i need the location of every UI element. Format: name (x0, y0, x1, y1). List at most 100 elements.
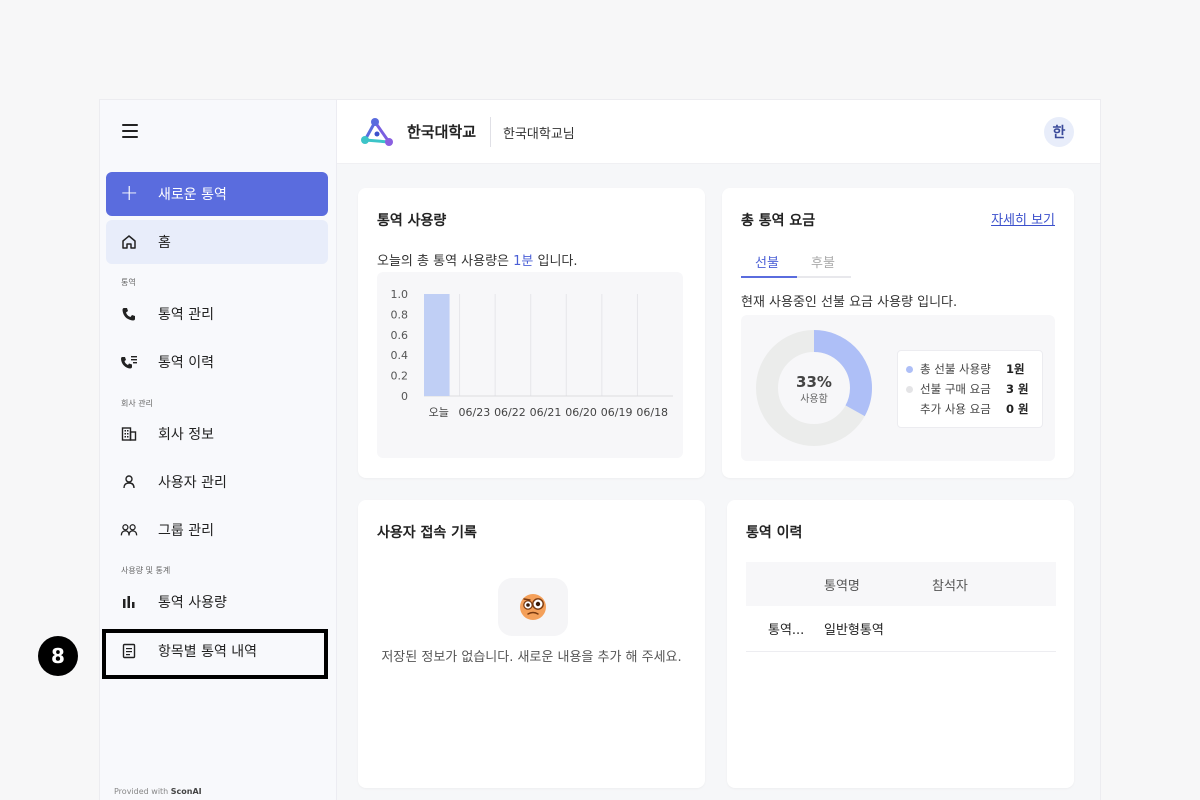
usage-desc-prefix: 오늘의 총 통역 사용량은 (377, 254, 514, 269)
donut-percent: 33% (796, 373, 832, 391)
y-tick-label: 0 (401, 390, 408, 403)
new-interpretation-label: 새로운 통역 (158, 187, 227, 203)
section-label-company: 회사 관리 (121, 399, 153, 408)
section-label-interpretation: 통역 (121, 278, 136, 287)
y-tick-label: 0.2 (391, 370, 409, 383)
provided-with-footer: Provided with SconAI (114, 787, 202, 796)
fee-summary-box: 33% 사용함 총 선불 사용량 1원 선불 구매 요금 3 원 추가 사용 요금 0… (741, 315, 1055, 461)
section-label-usage: 사용량 및 통계 (121, 566, 171, 575)
home-icon (120, 233, 138, 251)
legend-value: 3 원 (1006, 382, 1029, 396)
usage-desc-value: 1분 (513, 254, 534, 269)
org-name: 한국대학교 (407, 123, 477, 141)
hamburger-menu-icon[interactable] (122, 124, 138, 138)
table-cell: 통역... (768, 623, 805, 638)
x-tick-label: 06/21 (530, 406, 562, 419)
legend-label: 추가 사용 요금 (920, 402, 991, 416)
sidebar-item-label: 통역 관리 (158, 307, 214, 323)
fee-legend: 총 선불 사용량 1원 선불 구매 요금 3 원 추가 사용 요금 0 원 (897, 350, 1043, 428)
history-card: 통역 이력 통역명 참석자 통역... 일반형통역 (727, 500, 1074, 788)
sidebar-item-label: 그룹 관리 (158, 523, 214, 539)
empty-state-message: 저장된 정보가 없습니다. 새로운 내용을 추가 해 주세요. (381, 650, 682, 665)
phone-icon (120, 305, 138, 323)
tab-active-indicator (741, 276, 797, 278)
phone-list-icon (120, 353, 138, 371)
usage-bar-chart: 1.0 0.8 0.6 0.4 0.2 0 오늘 06/23 06/22 06/21 06/20 06… (391, 288, 673, 419)
provided-prefix: Provided with (114, 787, 171, 796)
y-tick-label: 0.6 (391, 329, 409, 342)
fee-tabs: 선불 후불 (741, 250, 851, 278)
y-tick-label: 0.8 (391, 308, 409, 321)
usage-description: 오늘의 총 통역 사용량은 1분 입니다. (377, 250, 578, 269)
building-icon (120, 425, 138, 443)
tab-prepaid[interactable]: 선불 (755, 252, 779, 271)
plus-icon: + (120, 181, 139, 206)
bar-chart-icon (120, 593, 138, 611)
sidebar-item-groups[interactable]: 그룹 관리 (106, 508, 328, 552)
sidebar-item-usage[interactable]: 통역 사용량 (106, 580, 328, 624)
app-window: + 새로운 통역 홈 통역 통역 관리 통역 이력 회사 관리 회사 정보 사용… (100, 100, 1100, 800)
legend-dot-extra (906, 406, 913, 413)
table-header: 통역명 참석자 (746, 562, 1056, 606)
sidebar-item-company-info[interactable]: 회사 정보 (106, 412, 328, 456)
x-tick-label: 06/19 (601, 406, 633, 419)
usage-chart-container: 1.0 0.8 0.6 0.4 0.2 0 오늘 06/23 06/22 06/21 06/20 06… (377, 272, 683, 458)
legend-dot-purchased (906, 385, 913, 393)
table-header-cell: 참석자 (932, 578, 968, 594)
bar (424, 294, 450, 396)
fee-card-title: 총 통역 요금 (741, 213, 816, 229)
sidebar-item-manage[interactable]: 통역 관리 (106, 292, 328, 336)
usage-card: 통역 사용량 오늘의 총 통역 사용량은 1분 입니다. 1.0 0.8 0.6 0.… (358, 188, 705, 478)
sidebar-item-users[interactable]: 사용자 관리 (106, 460, 328, 504)
x-tick-label: 06/23 (459, 406, 491, 419)
top-header: 한국대학교 한국대학교님 한 (337, 100, 1100, 164)
sidebar-item-label: 회사 정보 (158, 427, 214, 443)
sidebar-item-label: 통역 사용량 (158, 595, 227, 611)
donut-percent-label: 사용함 (800, 393, 828, 405)
provided-brand: SconAI (170, 787, 202, 796)
sidebar-item-label: 홈 (158, 235, 171, 251)
table-cell: 일반형통역 (824, 623, 884, 638)
legend-row: 추가 사용 요금 0 원 (906, 399, 1034, 419)
sidebar-item-history[interactable]: 통역 이력 (106, 340, 328, 384)
group-icon (120, 521, 138, 539)
sidebar-item-home[interactable]: 홈 (106, 220, 328, 264)
step-number-badge: 8 (38, 636, 78, 676)
highlight-box (102, 629, 328, 679)
sidebar: + 새로운 통역 홈 통역 통역 관리 통역 이력 회사 관리 회사 정보 사용… (100, 100, 337, 800)
details-link[interactable]: 자세히 보기 (991, 209, 1055, 228)
legend-value: 0 원 (1006, 402, 1029, 416)
legend-dot-used (906, 365, 913, 373)
user-name: 한국대학교님 (503, 127, 575, 142)
x-tick-label: 06/20 (565, 406, 597, 419)
legend-row: 총 선불 사용량 1원 (906, 359, 1034, 379)
fee-card: 총 통역 요금 자세히 보기 선불 후불 현재 사용중인 선불 요금 사용량 입… (722, 188, 1074, 478)
y-tick-label: 0.4 (391, 349, 409, 362)
table-row[interactable]: 통역... 일반형통역 (746, 606, 1056, 652)
tab-postpaid[interactable]: 후불 (811, 252, 835, 271)
x-tick-label: 06/22 (494, 406, 526, 419)
history-table: 통역명 참석자 통역... 일반형통역 (746, 562, 1056, 652)
user-icon (120, 473, 138, 491)
x-tick-label: 06/18 (636, 406, 668, 419)
usage-card-title: 통역 사용량 (377, 213, 447, 229)
y-tick-label: 1.0 (391, 288, 409, 301)
new-interpretation-button[interactable]: + 새로운 통역 (106, 172, 328, 216)
usage-donut-chart: 33% 사용함 (756, 330, 872, 446)
access-card-title: 사용자 접속 기록 (377, 525, 477, 541)
legend-label: 총 선불 사용량 (920, 362, 991, 376)
sidebar-item-label: 통역 이력 (158, 355, 214, 371)
legend-label: 선불 구매 요금 (920, 382, 991, 396)
legend-row: 선불 구매 요금 3 원 (906, 379, 1034, 399)
avatar[interactable]: 한 (1044, 117, 1074, 147)
table-header-cell: 통역명 (824, 578, 860, 594)
x-tick-label: 오늘 (429, 406, 449, 419)
history-card-title: 통역 이력 (746, 525, 803, 541)
fee-description: 현재 사용중인 선불 요금 사용량 입니다. (741, 295, 958, 310)
access-log-card: 사용자 접속 기록 저장된 정보가 없습니다. 새로운 내용을 추가 해 주세요… (358, 500, 705, 788)
org-logo-icon (361, 118, 393, 146)
usage-desc-suffix: 입니다. (533, 254, 578, 269)
sidebar-item-label: 사용자 관리 (158, 475, 227, 491)
confused-face-icon (498, 578, 568, 636)
legend-value: 1원 (1006, 362, 1025, 376)
